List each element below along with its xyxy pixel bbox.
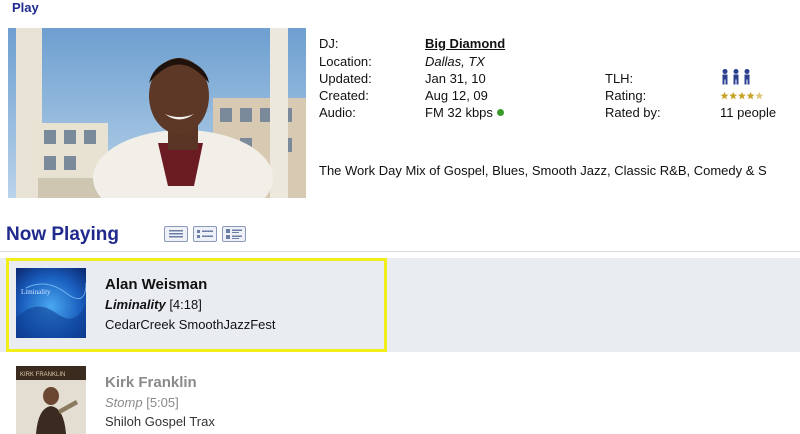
track-song-line: Liminality [4:18]: [105, 297, 202, 312]
audio-label: Audio:: [319, 105, 356, 120]
track-album: CedarCreek SmoothJazzFest: [105, 317, 276, 332]
updated-label: Updated:: [319, 71, 372, 86]
detail-view-icon[interactable]: [222, 226, 246, 242]
star-icon: [746, 91, 755, 100]
rated-by-label: Rated by:: [605, 105, 661, 120]
star-icon: [720, 91, 729, 100]
listeners-icon: [720, 68, 752, 89]
rating-label: Rating:: [605, 88, 647, 103]
audio-value-wrap: FM 32 kbps: [425, 105, 504, 120]
created-value: Aug 12, 09: [425, 88, 488, 103]
album-cover-text: KIRK FRANKLIN: [20, 372, 65, 378]
compact-view-icon[interactable]: [193, 226, 217, 242]
track-artist: Alan Weisman: [105, 276, 208, 293]
dj-description: The Work Day Mix of Gospel, Blues, Smoot…: [319, 163, 767, 178]
rated-by-value: 11 people: [720, 105, 777, 120]
location-value: Dallas, TX: [425, 54, 485, 69]
rating-stars: [720, 89, 764, 104]
list-view-icon[interactable]: [164, 226, 188, 242]
created-label: Created:: [319, 88, 369, 103]
audio-value: FM 32 kbps: [425, 105, 493, 120]
album-cover[interactable]: KIRK FRANKLIN: [16, 366, 86, 434]
section-divider: [0, 251, 800, 252]
star-icon: [755, 91, 764, 100]
tlh-label: TLH:: [605, 71, 634, 86]
star-icon: [737, 91, 746, 100]
now-playing-title: Now Playing: [6, 224, 119, 245]
star-icon: [729, 91, 738, 100]
updated-value: Jan 31, 10: [425, 71, 486, 86]
dj-label: DJ:: [319, 36, 339, 51]
dj-photo: [8, 28, 306, 198]
audio-status-dot: [496, 109, 504, 116]
track-album: Shiloh Gospel Trax: [105, 414, 215, 429]
location-label: Location:: [319, 54, 372, 69]
play-link[interactable]: Play: [12, 0, 39, 15]
album-cover[interactable]: Liminality: [16, 268, 86, 338]
track-duration: [4:18]: [169, 297, 202, 312]
album-cover-text: Liminality: [21, 288, 51, 296]
track-artist: Kirk Franklin: [105, 374, 197, 391]
dj-name-link[interactable]: Big Diamond: [425, 36, 505, 51]
track-song-line: Stomp [5:05]: [105, 395, 179, 410]
track-song: Liminality: [105, 297, 166, 312]
track-song: Stomp: [105, 395, 143, 410]
track-duration: [5:05]: [146, 395, 179, 410]
